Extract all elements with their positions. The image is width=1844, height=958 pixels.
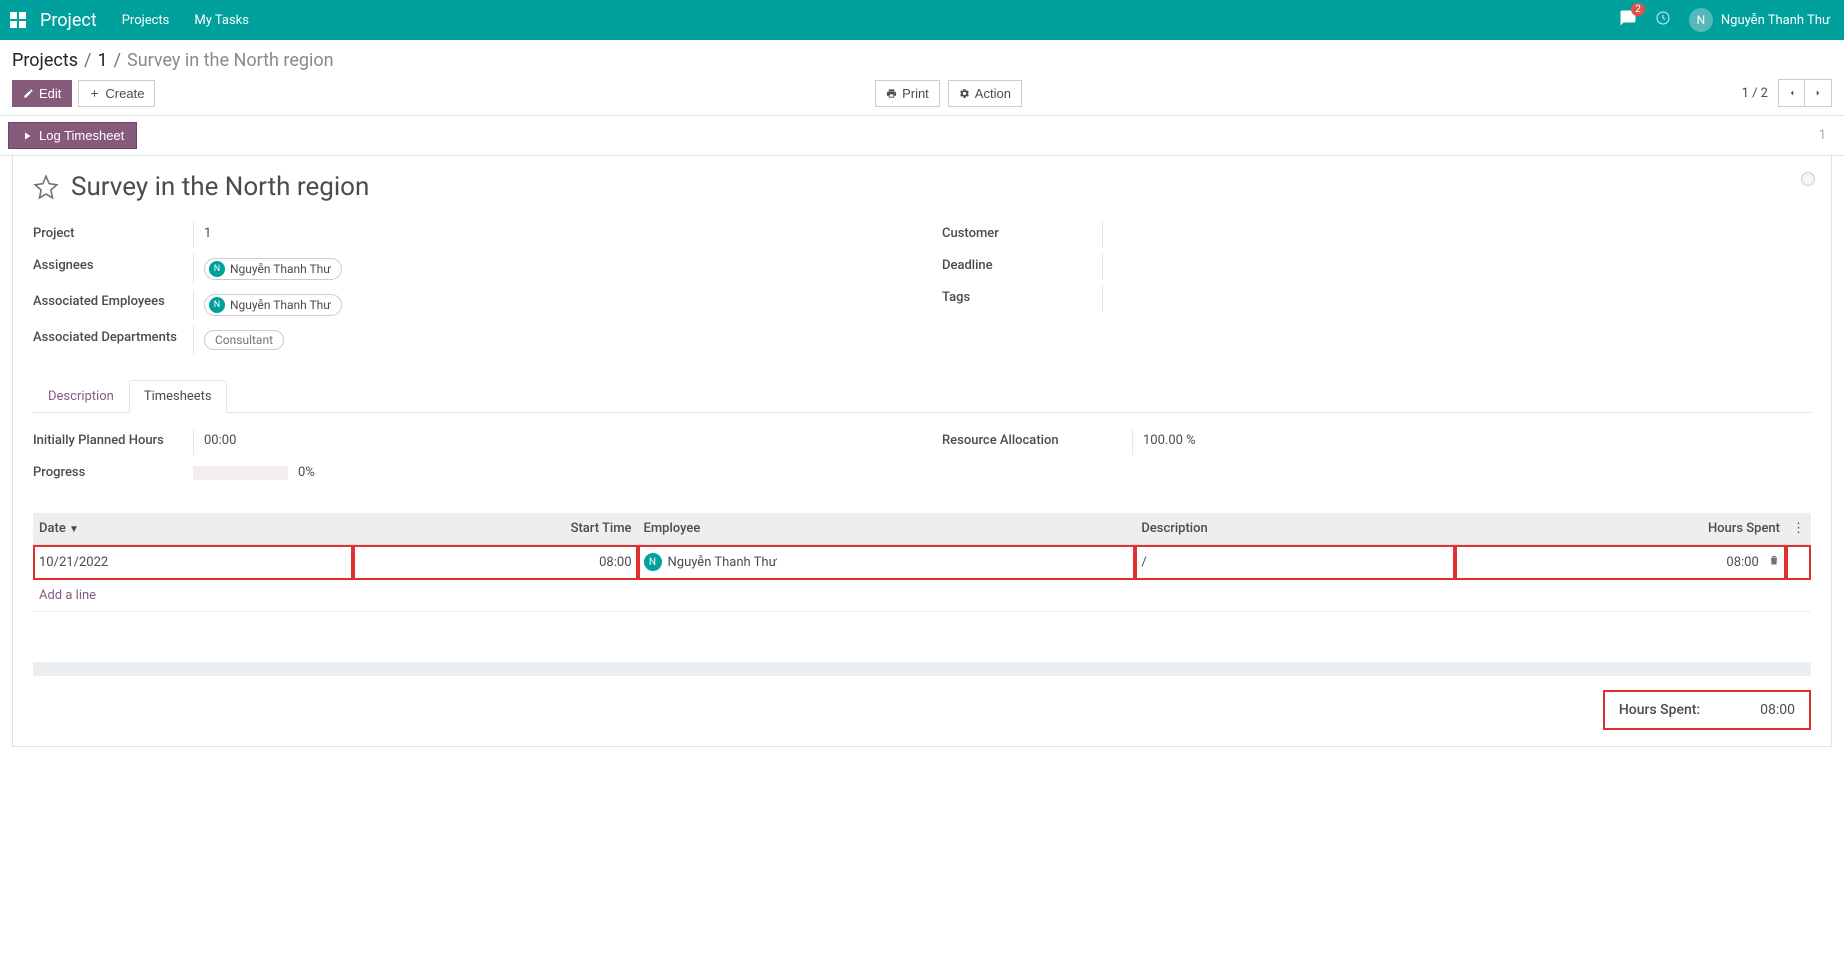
nav-my-tasks[interactable]: My Tasks: [194, 13, 249, 28]
log-timesheet-button[interactable]: Log Timesheet: [8, 122, 137, 149]
customer-label: Customer: [942, 222, 1102, 241]
cell-date: 10/21/2022: [33, 545, 353, 580]
pager-prev[interactable]: [1779, 80, 1805, 106]
tags-label: Tags: [942, 286, 1102, 305]
stage-indicator[interactable]: 1: [1809, 124, 1836, 147]
chat-badge: 2: [1631, 3, 1645, 16]
allocation-value: 100.00 %: [1132, 429, 1811, 455]
task-title: Survey in the North region: [71, 172, 369, 202]
col-hours[interactable]: Hours Spent: [1455, 513, 1786, 545]
col-options[interactable]: ⋮: [1786, 513, 1811, 545]
deadline-value: [1102, 254, 1811, 280]
employees-label: Associated Employees: [33, 290, 193, 309]
priority-star[interactable]: [33, 174, 59, 200]
pager-text: 1 / 2: [1742, 86, 1768, 101]
planned-hours-label: Initially Planned Hours: [33, 429, 193, 448]
user-avatar[interactable]: N: [1689, 8, 1713, 32]
tab-description[interactable]: Description: [33, 380, 129, 413]
username[interactable]: Nguyễn Thanh Thư: [1721, 13, 1830, 28]
crumb-current: Survey in the North region: [127, 50, 334, 71]
brand: Project: [40, 10, 97, 31]
crumb-root[interactable]: Projects: [12, 50, 78, 71]
assignees-label: Assignees: [33, 254, 193, 273]
cell-start: 08:00: [353, 545, 637, 580]
departments-label: Associated Departments: [33, 326, 193, 345]
activity-icon[interactable]: [1655, 10, 1671, 30]
tags-value: [1102, 286, 1811, 312]
col-date[interactable]: Date ▼: [33, 513, 353, 545]
apps-icon[interactable]: [8, 10, 28, 30]
chat-icon[interactable]: 2: [1619, 9, 1637, 31]
project-label: Project: [33, 222, 193, 241]
tab-timesheets[interactable]: Timesheets: [129, 380, 227, 413]
breadcrumb: Projects / 1 / Survey in the North regio…: [0, 40, 1844, 79]
deadline-label: Deadline: [942, 254, 1102, 273]
allocation-label: Resource Allocation: [942, 429, 1132, 448]
assignee-chip[interactable]: N Nguyễn Thanh Thư: [204, 258, 342, 280]
delete-row-icon[interactable]: [1768, 555, 1780, 570]
timesheet-row[interactable]: 10/21/2022 08:00 N Nguyễn Thanh Thư / 08…: [33, 545, 1811, 580]
progress-label: Progress: [33, 461, 193, 480]
project-value: 1: [193, 222, 902, 248]
cell-description: /: [1135, 545, 1455, 580]
add-line-link[interactable]: Add a line: [33, 580, 1811, 612]
action-button[interactable]: Action: [948, 80, 1022, 107]
planned-hours-value: 00:00: [193, 429, 902, 455]
department-tag[interactable]: Consultant: [204, 330, 284, 350]
nav-projects[interactable]: Projects: [122, 13, 170, 28]
employee-chip[interactable]: N Nguyễn Thanh Thư: [204, 294, 342, 316]
progress-bar: 0%: [193, 465, 902, 480]
hours-spent-total: Hours Spent: 08:00: [1603, 690, 1811, 730]
cell-hours: 08:00: [1455, 545, 1786, 580]
customer-value: [1102, 222, 1811, 248]
edit-button[interactable]: Edit: [12, 80, 72, 107]
pager-next[interactable]: [1805, 80, 1831, 106]
col-description[interactable]: Description: [1135, 513, 1455, 545]
crumb-mid[interactable]: 1: [97, 50, 107, 71]
col-start[interactable]: Start Time: [353, 513, 637, 545]
kanban-state-toggle[interactable]: [1801, 172, 1815, 186]
col-employee[interactable]: Employee: [638, 513, 1136, 545]
create-button[interactable]: Create: [78, 80, 155, 107]
sort-caret-icon: ▼: [69, 524, 79, 535]
print-button[interactable]: Print: [875, 80, 940, 107]
spacer-bar: [33, 662, 1811, 676]
cell-employee: N Nguyễn Thanh Thư: [644, 553, 1130, 571]
